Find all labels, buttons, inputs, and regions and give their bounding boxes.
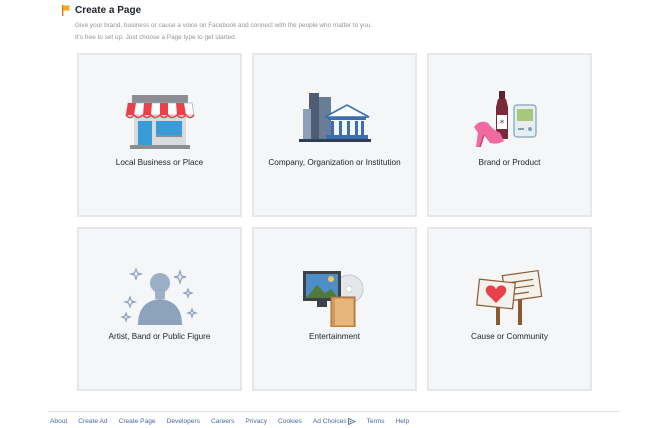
tile-label: Local Business or Place <box>115 158 204 167</box>
tile-artist-public-figure[interactable]: Artist, Band or Public Figure <box>77 227 242 391</box>
page-subtitle-setup: It's free to set up. Just choose a Page … <box>75 34 237 41</box>
tile-cause-community[interactable]: Cause or Community <box>427 227 592 391</box>
page-header: Create a Page Give your brand, business … <box>62 3 372 41</box>
tile-label: Cause or Community <box>471 332 548 341</box>
company-buildings-icon <box>298 93 371 142</box>
cause-signs-icon <box>475 269 542 325</box>
footer-link-cookies[interactable]: Cookies <box>278 418 302 425</box>
tile-label: Artist, Band or Public Figure <box>108 332 211 341</box>
tile-entertainment[interactable]: Entertainment <box>252 227 417 391</box>
tile-label: Company, Organization or Institution <box>268 158 401 167</box>
flag-icon <box>62 4 71 16</box>
svg-text:*: * <box>499 119 504 129</box>
tile-local-business[interactable]: Local Business or Place <box>77 53 242 217</box>
footer-link-terms[interactable]: Terms <box>367 418 385 425</box>
ad-choices-icon <box>347 418 356 425</box>
footer-link-create-page[interactable]: Create Page <box>119 418 156 425</box>
public-figure-icon <box>119 267 198 325</box>
tile-company-organization[interactable]: Company, Organization or Institution <box>252 53 417 217</box>
page-title: Create a Page <box>75 4 142 16</box>
footer-link-create-ad[interactable]: Create Ad <box>78 418 107 425</box>
footer-links: About Create Ad Create Page Developers C… <box>50 418 420 425</box>
brand-products-icon: * <box>473 91 537 148</box>
footer-link-developers[interactable]: Developers <box>167 418 200 425</box>
footer-link-privacy[interactable]: Privacy <box>245 418 267 425</box>
footer-link-careers[interactable]: Careers <box>211 418 234 425</box>
footer-link-ad-choices[interactable]: Ad Choices <box>313 418 356 425</box>
footer-link-about[interactable]: About <box>50 418 67 425</box>
tile-label: Brand or Product <box>478 158 541 167</box>
storefront-icon <box>124 95 195 149</box>
tile-label: Entertainment <box>309 332 360 341</box>
tile-brand-product[interactable]: * Brand or Product <box>427 53 592 217</box>
page-subtitle: Give your brand, business or cause a voi… <box>75 22 372 29</box>
entertainment-media-icon <box>302 271 363 327</box>
footer-link-ad-choices-label: Ad Choices <box>312 418 347 425</box>
footer-divider <box>48 411 620 412</box>
footer-link-help[interactable]: Help <box>396 418 410 425</box>
